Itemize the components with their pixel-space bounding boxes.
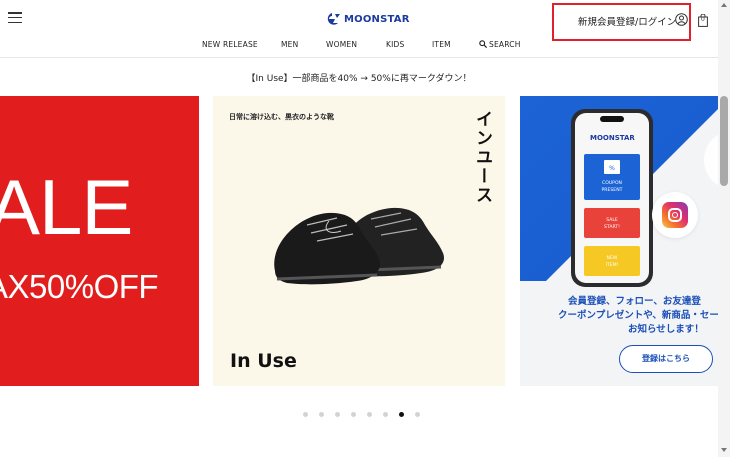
nav-new-release[interactable]: NEW RELEASE bbox=[202, 40, 258, 49]
announcement-banner[interactable]: 【In Use】一部商品を40% → 50%に再マークダウン！ bbox=[0, 71, 718, 84]
nav-item[interactable]: ITEM bbox=[432, 40, 451, 49]
membership-line-2: クーポンプレゼントや、新商品・セー bbox=[558, 309, 718, 321]
scroll-up-arrow-icon[interactable] bbox=[721, 3, 727, 7]
carousel-dot[interactable] bbox=[351, 412, 356, 417]
slide-caption: 日常に溶け込む、黒衣のような靴 bbox=[229, 113, 334, 121]
main-navigation: NEW RELEASE MEN WOMEN KIDS ITEM SEARCH bbox=[0, 40, 730, 52]
black-sneakers-image bbox=[274, 207, 445, 285]
carousel-dot[interactable] bbox=[415, 412, 420, 417]
svg-text:NEW: NEW bbox=[607, 255, 618, 261]
sale-subheadline: AX50%OFF bbox=[0, 268, 159, 305]
carousel-slide-in-use[interactable]: 日常に溶け込む、黒衣のような靴 インユース In Use bbox=[213, 96, 505, 386]
sale-headline: ALE bbox=[0, 163, 133, 251]
nav-search[interactable]: SEARCH bbox=[479, 40, 521, 49]
nav-men[interactable]: MEN bbox=[281, 40, 298, 49]
carousel-slide-membership[interactable]: MOONSTAR % COUPON PRESENT SALE START! NE… bbox=[520, 96, 718, 386]
scrollbar-thumb[interactable] bbox=[720, 96, 728, 186]
slide-vertical-title: インユース bbox=[472, 110, 492, 205]
carousel-dot[interactable] bbox=[383, 412, 388, 417]
register-button[interactable]: 登録はこちら bbox=[619, 345, 713, 373]
svg-text:START!: START! bbox=[604, 224, 620, 230]
carousel-pagination bbox=[303, 412, 420, 417]
user-circle-icon[interactable] bbox=[675, 13, 688, 26]
membership-line-1: 会員登録、フォロー、お友達登 bbox=[568, 296, 701, 307]
carousel-slide-sale[interactable]: ALE AX50%OFF bbox=[0, 96, 199, 386]
carousel-dot[interactable] bbox=[303, 412, 308, 417]
membership-line-3: お知らせします！ bbox=[628, 323, 704, 335]
carousel-dot[interactable] bbox=[319, 412, 324, 417]
svg-text:ITEM!: ITEM! bbox=[606, 262, 619, 268]
page-scrollbar[interactable] bbox=[718, 0, 730, 457]
carousel-dot[interactable] bbox=[367, 412, 372, 417]
search-icon bbox=[479, 40, 487, 48]
cart-count: 0 bbox=[701, 16, 705, 23]
svg-text:COUPON: COUPON bbox=[602, 180, 622, 186]
shopping-bag-icon[interactable]: 0 bbox=[698, 12, 708, 27]
nav-women[interactable]: WOMEN bbox=[326, 40, 357, 49]
svg-text:PRESENT: PRESENT bbox=[602, 187, 623, 193]
nav-kids[interactable]: KIDS bbox=[386, 40, 404, 49]
site-header: MOONSTAR 新規会員登録/ログイン 0 NEW RELEASE MEN W… bbox=[0, 0, 730, 58]
svg-text:%: % bbox=[609, 165, 615, 172]
smartphone-mockup-image: MOONSTAR % COUPON PRESENT SALE START! NE… bbox=[571, 109, 653, 287]
membership-description: 会員登録、フォロー、お友達登 クーポンプレゼントや、新商品・セー お知らせします… bbox=[558, 295, 718, 336]
moonstar-logo[interactable]: MOONSTAR bbox=[323, 12, 410, 26]
scroll-down-arrow-icon[interactable] bbox=[721, 448, 727, 452]
carousel-dot-active[interactable] bbox=[399, 412, 404, 417]
carousel-dot[interactable] bbox=[335, 412, 340, 417]
logo-text: MOONSTAR bbox=[344, 13, 410, 25]
instagram-icon[interactable] bbox=[652, 192, 698, 238]
phone-brand: MOONSTAR bbox=[590, 134, 635, 142]
slide-title: In Use bbox=[230, 350, 297, 372]
moonstar-logo-mark-icon bbox=[327, 13, 340, 25]
hamburger-menu-icon[interactable] bbox=[8, 12, 22, 26]
svg-text:SALE: SALE bbox=[606, 217, 618, 223]
nav-search-label: SEARCH bbox=[489, 40, 521, 49]
register-login-link[interactable]: 新規会員登録/ログイン bbox=[578, 14, 676, 28]
